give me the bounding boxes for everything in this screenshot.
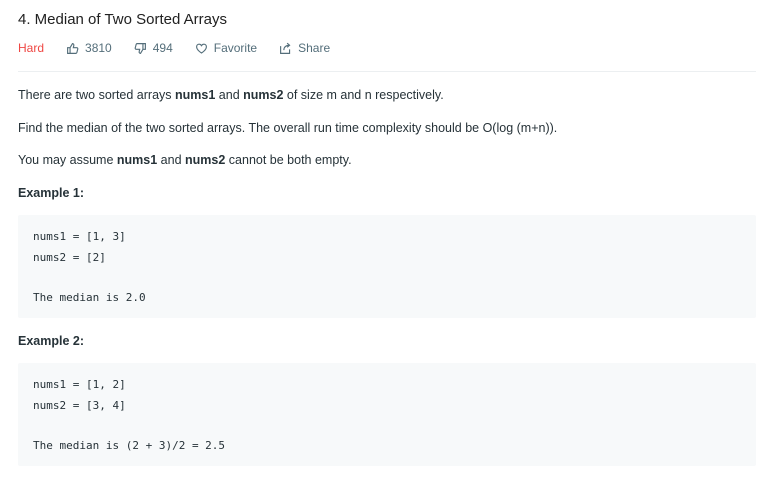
text-span: You may assume [18, 153, 117, 167]
example-1-code-block: nums1 = [1, 3] nums2 = [2] The median is… [18, 215, 756, 318]
text-span: cannot be both empty. [225, 153, 352, 167]
text-span: and [157, 153, 186, 167]
description-paragraph-1: There are two sorted arrays nums1 and nu… [18, 88, 444, 102]
dislike-count: 494 [152, 41, 173, 55]
thumbs-up-icon [67, 42, 79, 54]
share-icon [280, 42, 291, 54]
var-nums1: nums1 [175, 88, 216, 102]
var-nums2: nums2 [185, 153, 226, 167]
var-nums2: nums2 [243, 88, 284, 102]
example-2-heading: Example 2: [18, 334, 85, 348]
text-span: and [215, 88, 244, 102]
code-line: nums1 = [1, 2] [33, 378, 126, 391]
share-label: Share [298, 41, 331, 55]
var-nums1: nums1 [116, 153, 158, 167]
example-2-code-block: nums1 = [1, 2] nums2 = [3, 4] The median… [18, 363, 756, 466]
code-line: nums1 = [1, 3] [33, 230, 126, 243]
thumbs-down-icon [134, 42, 146, 54]
code-line: nums2 = [2] [33, 251, 106, 264]
dislike-button[interactable]: 494 [134, 41, 173, 55]
favorite-label: Favorite [213, 41, 258, 55]
code-line: nums2 = [3, 4] [33, 399, 126, 412]
like-count: 3810 [85, 41, 112, 55]
example-1-heading: Example 1: [18, 186, 85, 200]
description-paragraph-3: You may assume nums1 and nums2 cannot be… [18, 153, 352, 167]
share-button[interactable]: Share [279, 41, 330, 55]
problem-meta-bar: Hard 3810 494 Favorite Share [18, 40, 352, 56]
problem-title: 4. Median of Two Sorted Arrays [18, 11, 227, 28]
like-button[interactable]: 3810 [66, 41, 112, 55]
header-divider [18, 71, 756, 72]
heart-icon [195, 43, 207, 54]
favorite-button[interactable]: Favorite [195, 41, 257, 55]
description-paragraph-2: Find the median of the two sorted arrays… [18, 121, 558, 135]
difficulty-badge: Hard [18, 41, 45, 55]
code-line: The median is 2.0 [33, 291, 146, 304]
code-line: The median is (2 + 3)/2 = 2.5 [33, 439, 226, 452]
text-span: of size m and n respectively. [283, 88, 444, 102]
text-span: There are two sorted arrays [18, 88, 176, 102]
